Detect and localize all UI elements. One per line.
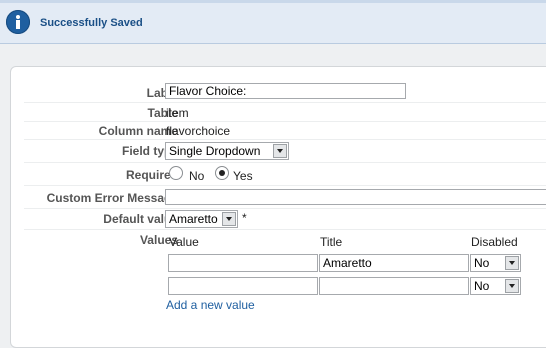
value-input[interactable] — [168, 254, 318, 272]
table-value: item — [166, 106, 189, 120]
column-name-value: flavorchoice — [166, 124, 231, 138]
chevron-down-icon[interactable] — [273, 144, 287, 158]
success-notice: Successfully Saved — [0, 0, 546, 44]
values-col-disabled: Disabled — [471, 235, 518, 249]
chevron-down-icon[interactable] — [222, 212, 236, 226]
custom-error-field-label: Custom Error Message — [46, 191, 178, 205]
disabled-selected: No — [474, 279, 490, 293]
disabled-select[interactable]: No — [470, 254, 521, 272]
required-no-radio[interactable] — [169, 166, 183, 180]
notice-text: Successfully Saved — [40, 17, 143, 29]
add-new-value-link[interactable]: Add a new value — [166, 298, 255, 312]
required-yes-label: Yes — [233, 169, 253, 183]
field-type-select[interactable]: Single Dropdown — [165, 142, 289, 160]
title-input[interactable] — [319, 254, 469, 272]
required-marker: * — [242, 211, 247, 225]
values-col-title: Title — [320, 235, 343, 249]
custom-error-input[interactable] — [165, 189, 546, 205]
title-input[interactable] — [319, 277, 469, 295]
disabled-select[interactable]: No — [470, 277, 521, 295]
chevron-down-icon[interactable] — [505, 256, 519, 270]
default-value-select[interactable]: Amaretto — [165, 210, 238, 228]
field-type-selected: Single Dropdown — [169, 144, 261, 158]
required-yes-radio[interactable] — [215, 166, 229, 180]
chevron-down-icon[interactable] — [505, 279, 519, 293]
form-panel: Label Table item Column name flavorchoic… — [10, 66, 546, 348]
default-value-selected: Amaretto — [169, 212, 218, 226]
disabled-selected: No — [474, 256, 490, 270]
value-input[interactable] — [168, 277, 318, 295]
values-col-value: Value — [169, 235, 199, 249]
info-icon — [6, 10, 30, 34]
required-no-label: No — [189, 169, 205, 183]
label-input[interactable] — [165, 83, 406, 99]
